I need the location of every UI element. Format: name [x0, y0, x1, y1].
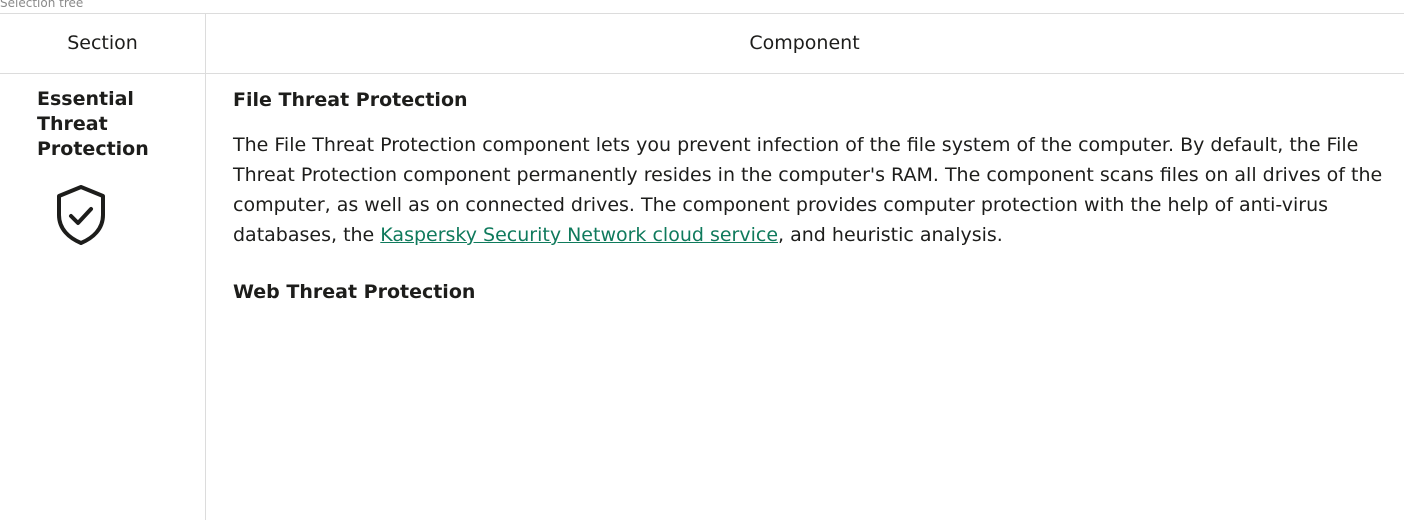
section-cell: Essential Threat Protection — [37, 87, 197, 250]
header-component: Component — [749, 32, 860, 54]
component-description-file-threat: The File Threat Protection component let… — [233, 130, 1383, 250]
ksn-cloud-service-link[interactable]: Kaspersky Security Network cloud service — [380, 224, 778, 246]
column-divider — [205, 14, 206, 520]
component-cell: File Threat Protection The File Threat P… — [233, 87, 1393, 305]
components-table: Section Component Essential Threat Prote… — [0, 13, 1404, 520]
header-section: Section — [67, 32, 138, 54]
component-title-file-threat: File Threat Protection — [233, 89, 468, 111]
shield-check-icon — [57, 185, 105, 245]
description-text-after: , and heuristic analysis. — [778, 224, 1003, 246]
section-title: Essential Threat Protection — [37, 88, 149, 160]
table-caption: Selection tree — [0, 0, 84, 10]
table-header-row: Section Component — [0, 14, 1404, 74]
component-title-web-threat: Web Threat Protection — [233, 281, 476, 303]
